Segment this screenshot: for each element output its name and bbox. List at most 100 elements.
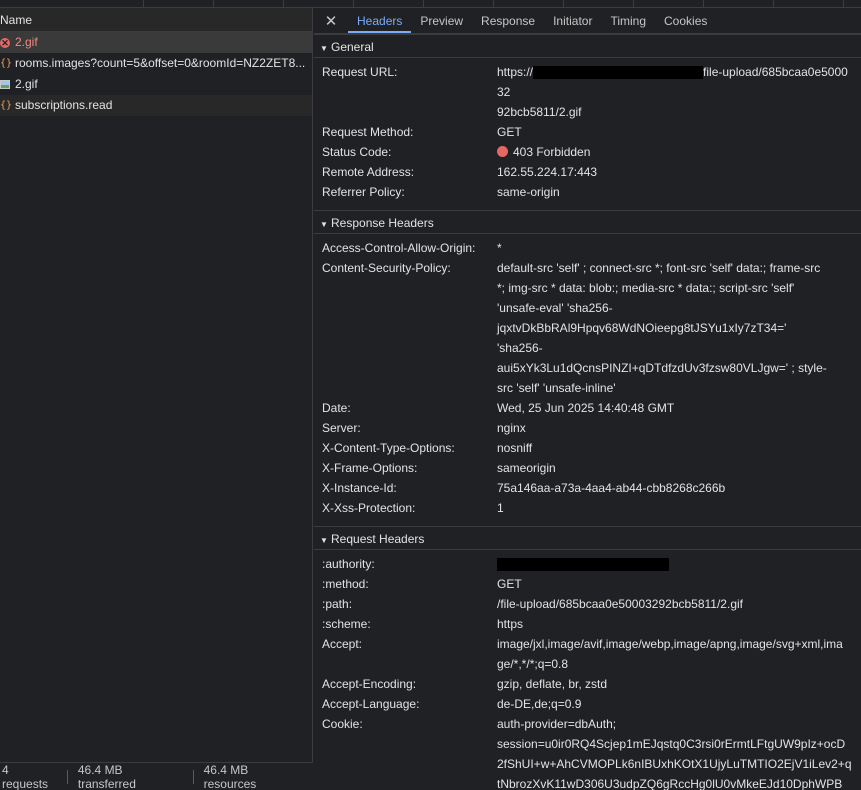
request-name: rooms.images?count=5&offset=0&roomId=NZ2… — [15, 56, 306, 70]
xhr-icon: {} — [0, 58, 13, 69]
request-row[interactable]: 2.gif — [0, 74, 312, 95]
header-key: X-Frame-Options: — [322, 461, 418, 475]
header-row: X-Xss-Protection: 1 — [314, 498, 861, 518]
request-name: 2.gif — [15, 77, 38, 91]
request-list-pane: Name ✕ 2.gif {} rooms.images?count=5&off… — [0, 8, 313, 790]
header-value-line: 'unsafe-eval' 'sha256- — [497, 301, 613, 315]
header-value-line: Wed, 25 Jun 2025 14:40:48 GMT — [497, 401, 675, 415]
header-value-line: /file-upload/685bcaa0e50003292bcb5811/2.… — [497, 597, 743, 611]
header-value-line: src 'self' 'unsafe-inline' — [497, 381, 616, 395]
header-value-line: de-DE,de;q=0.9 — [497, 697, 582, 711]
header-row: Cookie: auth-provider=dbAuth; session=u0ir… — [314, 714, 861, 790]
header-value[interactable]: 75a146aa-a73a-4aa4-ab44-cbb8268c266b — [497, 478, 853, 498]
header-value[interactable]: de-DE,de;q=0.9 — [497, 694, 853, 714]
header-key: :method: — [322, 577, 369, 591]
header-value-line: aui5xYk3Lu1dQcnsPINZI+qDTdfzdUv3fzsw80VL… — [497, 361, 827, 375]
tab-response[interactable]: Response — [472, 8, 544, 33]
header-row: Access-Control-Allow-Origin: * — [314, 238, 861, 258]
header-value[interactable]: 162.55.224.17:443 — [497, 162, 853, 182]
tab-preview[interactable]: Preview — [411, 8, 472, 33]
response-headers-section-header[interactable]: ▼ Response Headers — [314, 210, 861, 234]
header-value[interactable]: image/jxl,image/avif,image/webp,image/ap… — [497, 634, 853, 674]
header-value[interactable]: nosniff — [497, 438, 853, 458]
header-value[interactable]: https://file-upload/685bcaa0e500032 92bc… — [497, 62, 853, 122]
header-value[interactable]: 403 Forbidden — [497, 142, 853, 162]
header-value[interactable]: GET — [497, 574, 853, 594]
header-row: X-Instance-Id: 75a146aa-a73a-4aa4-ab44-cb… — [314, 478, 861, 498]
request-headers-section: :authority::method: GET:path: /file-upload… — [314, 550, 861, 790]
request-row[interactable]: {} subscriptions.read — [0, 95, 312, 116]
header-value[interactable]: /file-upload/685bcaa0e50003292bcb5811/2.… — [497, 594, 853, 614]
general-section-header[interactable]: ▼ General — [314, 34, 861, 58]
divider — [66, 769, 68, 784]
header-value-line: https — [497, 617, 524, 631]
header-value[interactable]: nginx — [497, 418, 853, 438]
request-headers-section-header[interactable]: ▼ Request Headers — [314, 526, 861, 550]
header-value-line: sameorigin — [497, 461, 556, 475]
section-title: Response Headers — [331, 216, 434, 230]
request-name: 2.gif — [15, 35, 38, 49]
header-value[interactable] — [497, 554, 853, 574]
header-value-line: auth-provider=dbAuth; — [497, 717, 617, 731]
tab-timing[interactable]: Timing — [601, 8, 655, 33]
divider — [192, 769, 194, 784]
header-value[interactable]: gzip, deflate, br, zstd — [497, 674, 853, 694]
header-key: Date: — [322, 401, 351, 415]
header-value[interactable]: auth-provider=dbAuth; session=u0ir0RQ4Scj… — [497, 714, 853, 790]
name-column-header[interactable]: Name — [0, 8, 312, 32]
header-row: X-Frame-Options: sameorigin — [314, 458, 861, 478]
header-row: :authority: — [314, 554, 861, 574]
header-value-line: *; img-src * data: blob:; media-src * da… — [497, 281, 795, 295]
details-tab-bar: ✕ Headers Preview Response Initiator Tim… — [314, 8, 861, 34]
header-key: Request URL: — [322, 65, 398, 79]
header-key: X-Xss-Protection: — [322, 501, 416, 515]
header-value[interactable]: default-src 'self' ; connect-src *; font… — [497, 258, 853, 398]
header-key: Content-Security-Policy: — [322, 261, 451, 275]
caret-down-icon: ▼ — [320, 44, 328, 53]
header-value-line: 2fShUI+w+AhCVMOPLk6nIBUxhKOtX1UjyLuTMTIO… — [497, 757, 852, 771]
header-value-line: ge/*,*/*;q=0.8 — [497, 657, 569, 671]
header-key: Status Code: — [322, 145, 392, 159]
header-value[interactable]: same-origin — [497, 182, 853, 202]
request-name: subscriptions.read — [15, 98, 113, 112]
header-value[interactable]: https — [497, 614, 853, 634]
redaction-bar — [497, 558, 669, 572]
header-row: Request URL: https://file-upload/685bcaa… — [314, 62, 861, 122]
transferred-size: 46.4 MB transferred — [77, 762, 136, 790]
section-title: Request Headers — [331, 532, 425, 546]
header-key: Referrer Policy: — [322, 185, 405, 199]
header-row: :method: GET — [314, 574, 861, 594]
header-value[interactable]: 1 — [497, 498, 853, 518]
header-key: Server: — [322, 421, 361, 435]
header-value-line: session=u0ir0RQ4Scjep1mEJqstq0C3rsi0rErm… — [497, 737, 846, 751]
header-row: :path: /file-upload/685bcaa0e50003292bcb5… — [314, 594, 861, 614]
header-value-line: image/jxl,image/avif,image/webp,image/ap… — [497, 637, 843, 651]
header-row: Date: Wed, 25 Jun 2025 14:40:48 GMT — [314, 398, 861, 418]
header-value-line: 'sha256- — [497, 341, 543, 355]
tab-initiator[interactable]: Initiator — [544, 8, 601, 33]
header-key: :scheme: — [322, 617, 371, 631]
header-value[interactable]: sameorigin — [497, 458, 853, 478]
header-value-line: nosniff — [497, 441, 533, 455]
header-value[interactable]: * — [497, 238, 853, 258]
header-key: Access-Control-Allow-Origin: — [322, 241, 476, 255]
header-row: Accept-Language: de-DE,de;q=0.9 — [314, 694, 861, 714]
caret-down-icon: ▼ — [320, 536, 328, 545]
close-icon[interactable]: ✕ — [314, 8, 348, 33]
status-error-icon — [497, 146, 508, 157]
request-row[interactable]: ✕ 2.gif — [0, 32, 312, 53]
header-row: Request Method: GET — [314, 122, 861, 142]
request-count: 4 requests — [2, 762, 49, 790]
header-value-line: default-src 'self' ; connect-src *; font… — [497, 261, 821, 275]
tab-cookies[interactable]: Cookies — [655, 8, 716, 33]
header-value[interactable]: GET — [497, 122, 853, 142]
header-value[interactable]: Wed, 25 Jun 2025 14:40:48 GMT — [497, 398, 853, 418]
tab-headers[interactable]: Headers — [348, 8, 412, 33]
header-key: Accept: — [322, 637, 363, 651]
resources-size: 46.4 MB resources — [203, 762, 257, 790]
xhr-icon: {} — [0, 100, 13, 111]
request-row[interactable]: {} rooms.images?count=5&offset=0&roomId=… — [0, 53, 312, 74]
header-value-line: jqxtvDkBbRAl9Hpqv68WdNOieepg8tJSYu1xIy7z… — [497, 321, 787, 335]
header-key: Remote Address: — [322, 165, 415, 179]
section-title: General — [331, 40, 374, 54]
